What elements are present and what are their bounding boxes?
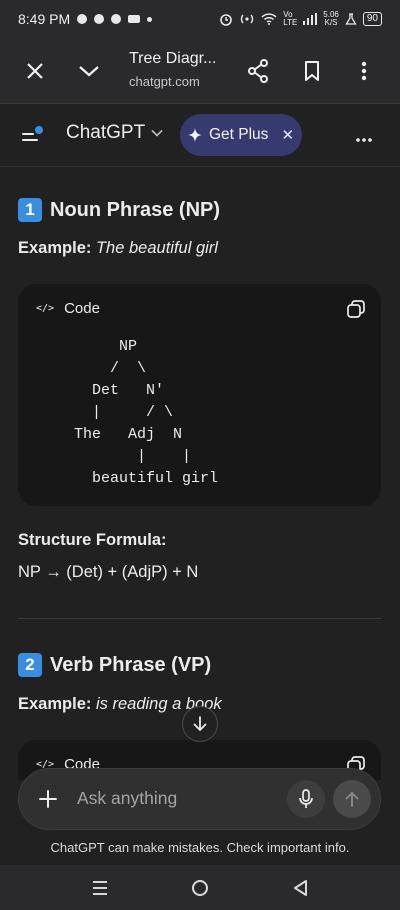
code-content: NP / \ Det N' | / \ The Adj N | | beauti… xyxy=(74,338,219,487)
close-icon[interactable] xyxy=(23,59,47,83)
microphone-icon xyxy=(299,789,313,808)
tab-title: Tree Diagr... xyxy=(129,50,217,67)
sparkle-icon xyxy=(187,128,202,142)
arrow-up-icon xyxy=(345,791,359,807)
dismiss-icon[interactable]: ✕ xyxy=(281,126,294,144)
formula-text: NP → (Det) + (AdjP) + N xyxy=(18,563,199,581)
number-badge: 1 xyxy=(18,198,42,222)
disclaimer-text: ChatGPT can make mistakes. Check importa… xyxy=(50,840,350,855)
browser-title[interactable]: Tree Diagr... chatgpt.com xyxy=(129,50,239,89)
status-bar: 8:49 PM Vo LTE 5.06 K/S 90 xyxy=(0,0,400,38)
hotspot-icon xyxy=(241,14,254,24)
formula-heading: Structure Formula: xyxy=(18,531,167,549)
code-block: </> Code NP / \ Det N' | / \ The Adj N |… xyxy=(18,284,381,506)
example-label: Example: xyxy=(18,695,92,713)
wifi-icon xyxy=(261,13,277,25)
bookmark-icon[interactable] xyxy=(300,59,324,83)
home-icon[interactable] xyxy=(189,877,211,899)
share-icon[interactable] xyxy=(246,59,270,83)
circle-app-icon xyxy=(111,14,122,24)
section-title: Noun Phrase (NP) xyxy=(50,198,221,221)
signal-icon xyxy=(303,13,318,25)
code-icon: </> xyxy=(36,303,55,314)
network-speed: 5.06 K/S xyxy=(323,11,339,27)
more-options-icon[interactable] xyxy=(355,126,373,149)
number-badge: 2 xyxy=(18,653,42,677)
example-line: Example: The beautiful girl xyxy=(18,239,218,258)
copy-icon[interactable] xyxy=(347,300,365,318)
divider xyxy=(18,618,381,619)
get-plus-button[interactable]: Get Plus ✕ xyxy=(180,114,302,156)
send-button[interactable] xyxy=(333,780,371,818)
network-speed-unit: K/S xyxy=(324,18,338,27)
section-title: Verb Phrase (VP) xyxy=(50,653,212,676)
sidebar-menu-icon[interactable] xyxy=(22,126,44,144)
app-icon xyxy=(128,15,141,23)
message-input[interactable]: Ask anything xyxy=(77,788,177,809)
dot-icon xyxy=(147,16,153,22)
back-icon[interactable] xyxy=(289,877,311,899)
app-title: ChatGPT xyxy=(66,122,146,143)
status-time: 8:49 PM xyxy=(18,11,71,27)
voice-input-button[interactable] xyxy=(287,780,325,818)
battery-icon: 90 xyxy=(362,12,382,26)
section-heading: 2 Verb Phrase (VP) xyxy=(18,653,211,677)
example-label: Example: xyxy=(18,239,92,257)
message-composer: Ask anything xyxy=(18,768,381,830)
code-header: </> Code xyxy=(36,300,100,317)
chat-bubble-icon xyxy=(77,14,88,24)
volte-icon: Vo LTE xyxy=(283,10,298,27)
arrow-down-icon xyxy=(193,716,207,732)
section-heading: 1 Noun Phrase (NP) xyxy=(18,198,220,222)
code-label: Code xyxy=(64,300,100,317)
url-text: chatgpt.com xyxy=(129,74,200,89)
plus-icon xyxy=(39,790,57,808)
example-text: The beautiful girl xyxy=(95,239,218,257)
add-attachment-button[interactable] xyxy=(31,782,65,816)
overflow-menu-icon[interactable] xyxy=(352,59,376,83)
chevron-down-icon xyxy=(151,129,163,137)
model-selector[interactable]: ChatGPT xyxy=(66,122,163,144)
app-header: ChatGPT Get Plus ✕ xyxy=(0,104,400,167)
cloud-icon xyxy=(94,14,105,24)
lab-icon xyxy=(345,13,357,25)
scroll-down-button[interactable] xyxy=(182,706,218,742)
system-nav-bar xyxy=(0,865,400,910)
recent-apps-icon[interactable] xyxy=(89,877,111,899)
alarm-icon xyxy=(220,14,233,26)
get-plus-label: Get Plus xyxy=(208,126,269,143)
chevron-down-icon[interactable] xyxy=(77,59,101,83)
browser-toolbar: Tree Diagr... chatgpt.com xyxy=(0,38,400,104)
